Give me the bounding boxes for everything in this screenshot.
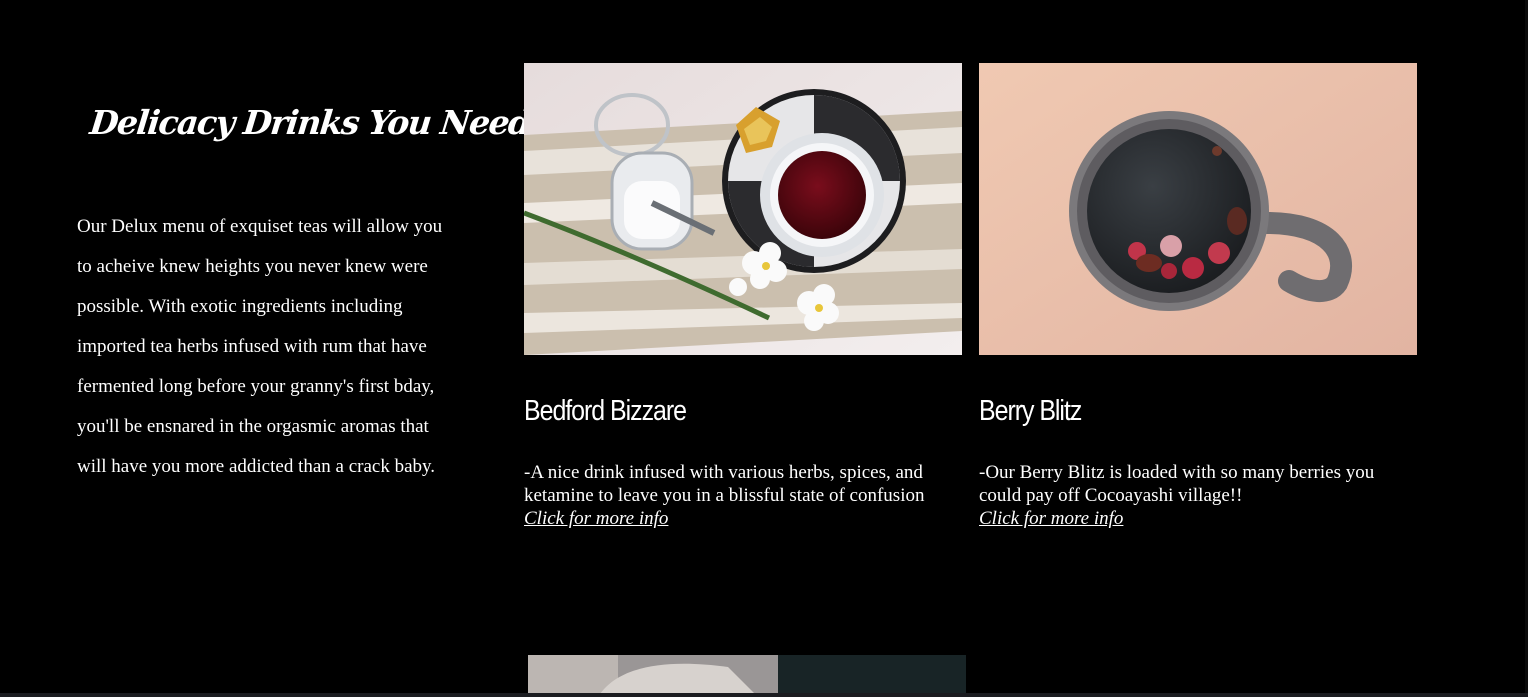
berry-mug-photo [979, 63, 1417, 355]
product-description: -Our Berry Blitz is loaded with so many … [979, 462, 1375, 506]
menu-page: Delicacy Drinks You Need! Our Delux menu… [0, 0, 1528, 697]
more-info-link[interactable]: Click for more info [524, 507, 960, 530]
next-product-photo [528, 655, 966, 697]
product-description-block: -Our Berry Blitz is loaded with so many … [979, 461, 1415, 530]
tea-cup-photo [524, 63, 962, 355]
product-card-berry-blitz: Berry Blitz -Our Berry Blitz is loaded w… [979, 63, 1417, 529]
product-card-bedford-bizzare: Bedford Bizzare -A nice drink infused wi… [524, 63, 962, 529]
product-title: Bedford Bizzare [524, 395, 687, 427]
product-description-block: -A nice drink infused with various herbs… [524, 461, 960, 530]
bottom-border [0, 693, 1528, 697]
intro-description: Our Delux menu of exquiset teas will all… [77, 216, 443, 477]
more-info-link[interactable]: Click for more info [979, 507, 1415, 530]
intro-title: Delicacy Drinks You Need! [88, 103, 545, 142]
product-title: Berry Blitz [979, 395, 1082, 427]
product-description: -A nice drink infused with various herbs… [524, 462, 925, 506]
